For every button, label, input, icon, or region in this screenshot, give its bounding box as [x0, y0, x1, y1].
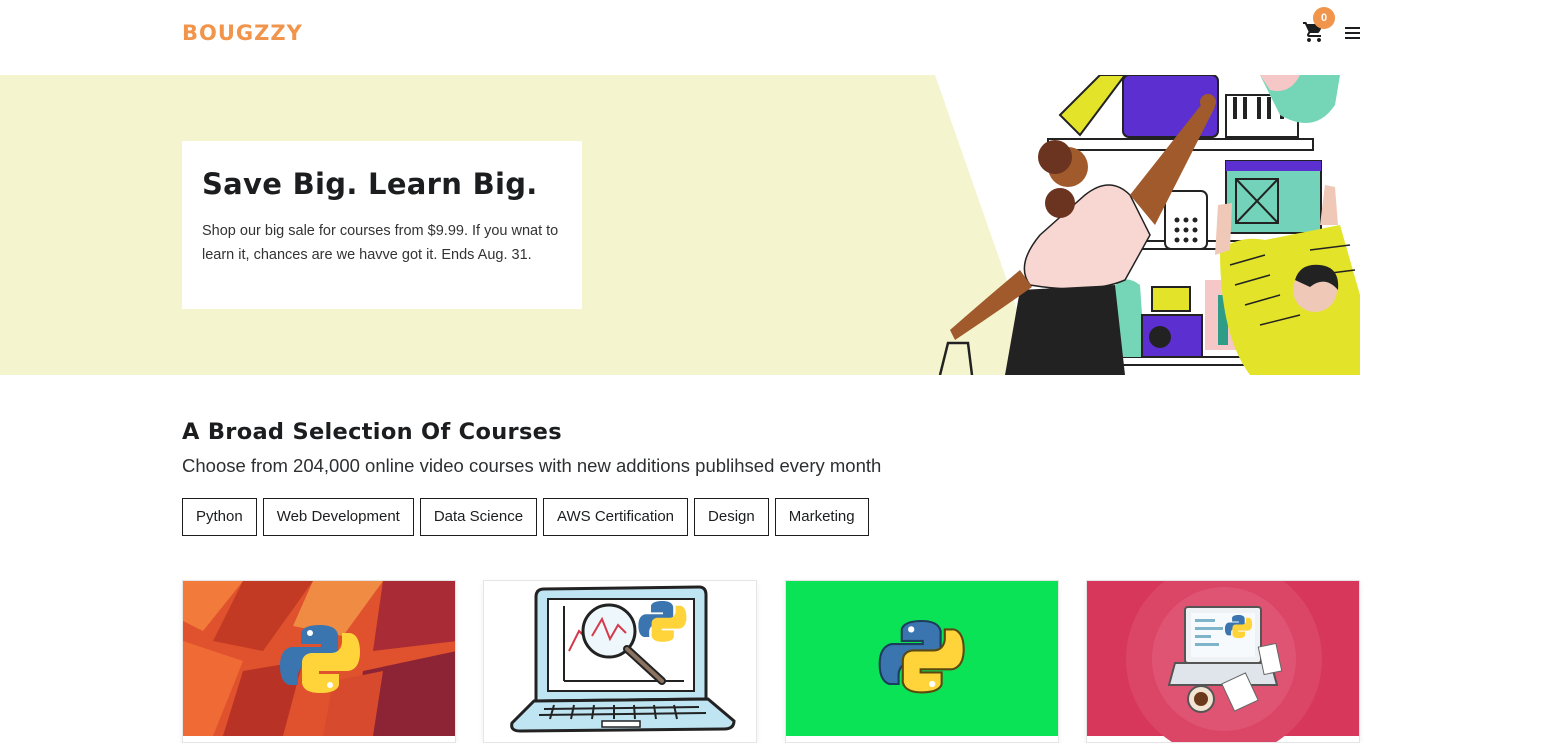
data-science-laptop-thumbnail: [484, 581, 756, 742]
tab-data-science[interactable]: Data Science: [419, 498, 538, 536]
shopping-illustration: [935, 75, 1378, 375]
hero-promo-card: Save Big. Learn Big. Shop our big sale f…: [182, 141, 582, 309]
cart-count-badge: 0: [1313, 7, 1335, 29]
coding-desk-thumbnail: [1087, 581, 1359, 742]
tab-marketing[interactable]: Marketing: [774, 498, 869, 536]
tab-design[interactable]: Design: [694, 498, 769, 536]
course-card[interactable]: [1086, 580, 1360, 743]
tab-python[interactable]: Python: [182, 498, 257, 536]
python-course-thumbnail: [183, 581, 455, 736]
hero-right-margin: [1378, 75, 1559, 375]
python-green-thumbnail: [786, 581, 1058, 742]
course-card[interactable]: [483, 580, 757, 743]
hero-title: Save Big. Learn Big.: [202, 167, 538, 201]
tab-web-development[interactable]: Web Development: [262, 498, 414, 536]
tab-aws-certification[interactable]: AWS Certification: [543, 498, 689, 536]
category-tabs: Python Web Development Data Science AWS …: [182, 498, 869, 536]
section-title: A Broad Selection Of Courses: [182, 419, 562, 445]
hero-banner: Save Big. Learn Big. Shop our big sale f…: [0, 75, 1559, 375]
hero-description: Shop our big sale for courses from $9.99…: [202, 223, 559, 263]
brand-logo[interactable]: BOUGZZY: [182, 21, 303, 45]
section-subtitle: Choose from 204,000 online video courses…: [182, 455, 882, 476]
course-card[interactable]: [785, 580, 1059, 743]
course-card[interactable]: [182, 580, 456, 743]
menu-icon[interactable]: [1343, 24, 1363, 42]
top-navbar: BOUGZZY 0: [0, 0, 1559, 75]
